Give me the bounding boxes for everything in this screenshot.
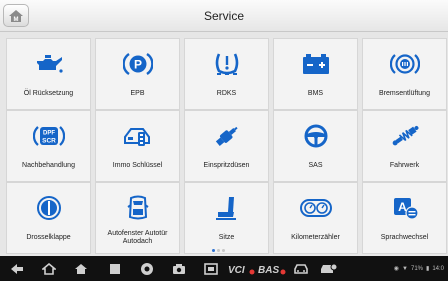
svg-text:BAS: BAS: [258, 265, 279, 275]
tile-label: Fahrwerk: [389, 162, 420, 169]
home-icon[interactable]: [38, 256, 60, 281]
tile-label: EPB: [130, 90, 145, 97]
svg-text:VCI: VCI: [228, 265, 245, 275]
tile-suspension[interactable]: Fahrwerk: [362, 110, 447, 182]
tile-label: Kilometerzähler: [291, 234, 340, 241]
tile-language[interactable]: A Sprachwechsel: [362, 182, 447, 254]
tile-label: Nachbehandlung: [22, 162, 75, 169]
tile-immo-key[interactable]: Immo Schlüssel: [95, 110, 180, 182]
house-icon[interactable]: [70, 256, 92, 281]
android-nav-bar: VCI BAS ◉ ▼ 71% ▮ 14:0: [0, 256, 448, 281]
tile-label: RDKS: [216, 90, 237, 97]
suspension-icon: [392, 125, 418, 146]
oil-can-icon: [36, 55, 63, 73]
battery-icon: [302, 54, 329, 74]
language-icon: A: [393, 198, 419, 220]
tile-brake-bleed[interactable]: Bremsentlüftung: [362, 38, 447, 110]
tile-aftertreatment[interactable]: DPF SCR Nachbehandlung: [6, 110, 91, 182]
tile-oil-reset[interactable]: Öl Rücksetzung: [6, 38, 91, 110]
camera-icon[interactable]: [168, 256, 190, 281]
car-settings-icon[interactable]: [318, 256, 340, 281]
clock: 14:0: [432, 265, 444, 272]
tire-pressure-icon: [215, 53, 238, 75]
wifi-icon: ▼: [402, 265, 408, 272]
battery-text: 71%: [410, 265, 423, 272]
tile-label: BMS: [307, 90, 324, 97]
tile-sas[interactable]: SAS: [273, 110, 358, 182]
throttle-icon: [36, 196, 61, 220]
tile-bms[interactable]: BMS: [273, 38, 358, 110]
tile-label: Drosselklappe: [26, 234, 71, 241]
back-icon[interactable]: [6, 256, 28, 281]
tile-rdks[interactable]: RDKS: [184, 38, 269, 110]
tile-epb[interactable]: P EPB: [95, 38, 180, 110]
browser-icon[interactable]: [136, 256, 158, 281]
tile-label: Autofenster Autotür Autodach: [107, 230, 168, 245]
square-icon[interactable]: [104, 256, 126, 281]
page-dot[interactable]: [222, 249, 225, 252]
tile-label: Bremsentlüftung: [379, 90, 430, 97]
steering-wheel-icon: [304, 124, 327, 148]
car-door-icon: [126, 195, 149, 220]
brake-bleed-icon: [389, 54, 420, 74]
tile-label: Immo Schlüssel: [112, 162, 163, 169]
svg-text:P: P: [133, 58, 141, 72]
parking-brake-icon: P: [122, 53, 153, 75]
battery-icon: ▮: [426, 266, 430, 272]
screen-record-icon[interactable]: [200, 256, 222, 281]
svg-text:SCR: SCR: [42, 138, 56, 145]
signal-icon: ◉: [393, 266, 400, 272]
tile-odometer[interactable]: Kilometerzähler: [273, 182, 358, 254]
title-bar: M Service: [0, 0, 448, 32]
svg-text:DPF: DPF: [43, 131, 55, 137]
tile-throttle[interactable]: Drosselklappe: [6, 182, 91, 254]
page-dot[interactable]: [217, 249, 220, 252]
injector-icon: [215, 126, 238, 147]
odometer-icon: [299, 199, 332, 217]
dpf-scr-icon: DPF SCR: [32, 126, 65, 146]
tile-label: Sprachwechsel: [380, 234, 429, 241]
seat-icon: [215, 197, 236, 220]
status-area: ◉ ▼ 71% ▮ 14:0: [394, 256, 444, 281]
tile-label: Öl Rücksetzung: [23, 90, 74, 97]
page-title: Service: [203, 9, 244, 23]
function-grid: Öl Rücksetzung P EPB RDKS BMS Bremsentlü…: [0, 32, 448, 254]
page-dot[interactable]: [212, 249, 215, 252]
car-icon[interactable]: [290, 256, 312, 281]
vci-icon[interactable]: VCI: [228, 256, 256, 281]
tile-windows-doors-roof[interactable]: Autofenster Autotür Autodach: [95, 182, 180, 254]
immo-key-icon: [123, 128, 150, 146]
tile-seats[interactable]: Sitze: [184, 182, 269, 254]
bas-icon[interactable]: BAS: [258, 256, 286, 281]
tile-label: SAS: [308, 162, 323, 169]
page-indicator: [212, 249, 225, 252]
tile-injectors[interactable]: Einspritzdüsen: [184, 110, 269, 182]
tile-label: Einspritzdüsen: [203, 162, 250, 169]
